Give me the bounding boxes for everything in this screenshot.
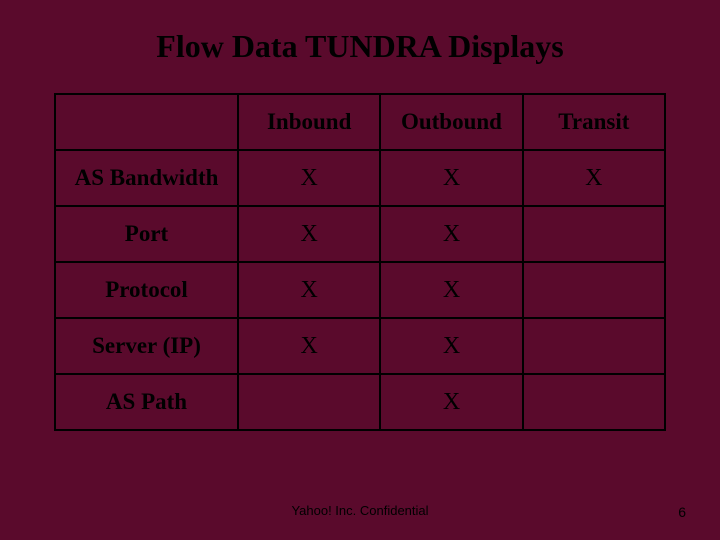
page-number: 6 bbox=[678, 504, 686, 520]
cell bbox=[238, 374, 380, 430]
cell: X bbox=[238, 150, 380, 206]
cell: X bbox=[380, 262, 522, 318]
cell: X bbox=[523, 150, 665, 206]
cell bbox=[523, 206, 665, 262]
table-row: Server (IP) X X bbox=[55, 318, 665, 374]
cell bbox=[523, 318, 665, 374]
table-row: Port X X bbox=[55, 206, 665, 262]
table-row: Protocol X X bbox=[55, 262, 665, 318]
table-header-row: Inbound Outbound Transit bbox=[55, 94, 665, 150]
column-header-inbound: Inbound bbox=[238, 94, 380, 150]
footer-text: Yahoo! Inc. Confidential bbox=[0, 503, 720, 518]
cell: X bbox=[238, 262, 380, 318]
cell: X bbox=[380, 318, 522, 374]
cell: X bbox=[238, 206, 380, 262]
row-label-as-bandwidth: AS Bandwidth bbox=[55, 150, 238, 206]
cell: X bbox=[380, 206, 522, 262]
cell: X bbox=[238, 318, 380, 374]
table-container: Inbound Outbound Transit AS Bandwidth X … bbox=[0, 93, 720, 431]
table-row: AS Bandwidth X X X bbox=[55, 150, 665, 206]
data-table: Inbound Outbound Transit AS Bandwidth X … bbox=[54, 93, 666, 431]
column-header-transit: Transit bbox=[523, 94, 665, 150]
cell bbox=[523, 374, 665, 430]
column-header-empty bbox=[55, 94, 238, 150]
column-header-outbound: Outbound bbox=[380, 94, 522, 150]
cell: X bbox=[380, 374, 522, 430]
slide-title: Flow Data TUNDRA Displays bbox=[0, 0, 720, 93]
row-label-as-path: AS Path bbox=[55, 374, 238, 430]
row-label-port: Port bbox=[55, 206, 238, 262]
row-label-protocol: Protocol bbox=[55, 262, 238, 318]
cell bbox=[523, 262, 665, 318]
table-row: AS Path X bbox=[55, 374, 665, 430]
row-label-server-ip: Server (IP) bbox=[55, 318, 238, 374]
cell: X bbox=[380, 150, 522, 206]
